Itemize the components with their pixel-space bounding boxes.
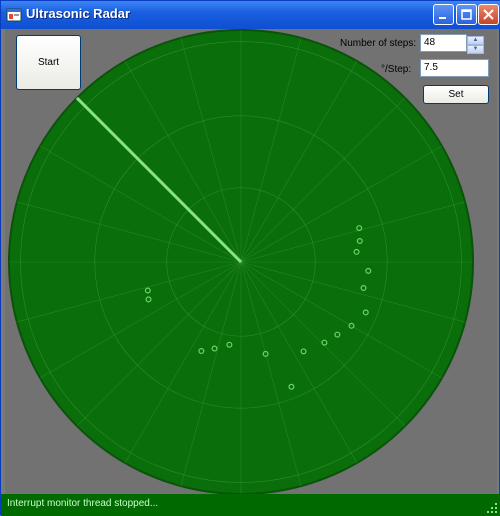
minimize-button[interactable] (433, 4, 454, 25)
spin-up-icon[interactable]: ▲ (467, 36, 484, 45)
status-text: Interrupt monitor thread stopped... (7, 498, 159, 509)
set-button[interactable]: Set (423, 85, 489, 104)
minimize-icon (439, 17, 446, 19)
window-title: Ultrasonic Radar (26, 6, 131, 21)
app-icon (6, 8, 22, 22)
maximize-button[interactable] (456, 4, 477, 25)
start-button[interactable]: Start (16, 35, 81, 90)
close-icon (483, 9, 494, 20)
steps-label: Number of steps: (340, 38, 417, 49)
close-button[interactable] (478, 4, 499, 25)
title-bar[interactable]: Ultrasonic Radar (1, 1, 500, 29)
steps-spinner[interactable]: ▲ ▼ (467, 36, 484, 54)
degrees-input[interactable]: 7.5 (420, 59, 489, 77)
resize-grip-icon[interactable] (486, 502, 498, 514)
maximize-icon (461, 9, 472, 20)
spin-down-icon[interactable]: ▼ (467, 45, 484, 54)
steps-input[interactable]: 48 (420, 34, 467, 52)
degrees-label: °/Step: (381, 64, 412, 75)
app-window: Ultrasonic Radar Start Number of steps: … (0, 0, 500, 516)
status-bar: Interrupt monitor thread stopped... (1, 494, 500, 516)
